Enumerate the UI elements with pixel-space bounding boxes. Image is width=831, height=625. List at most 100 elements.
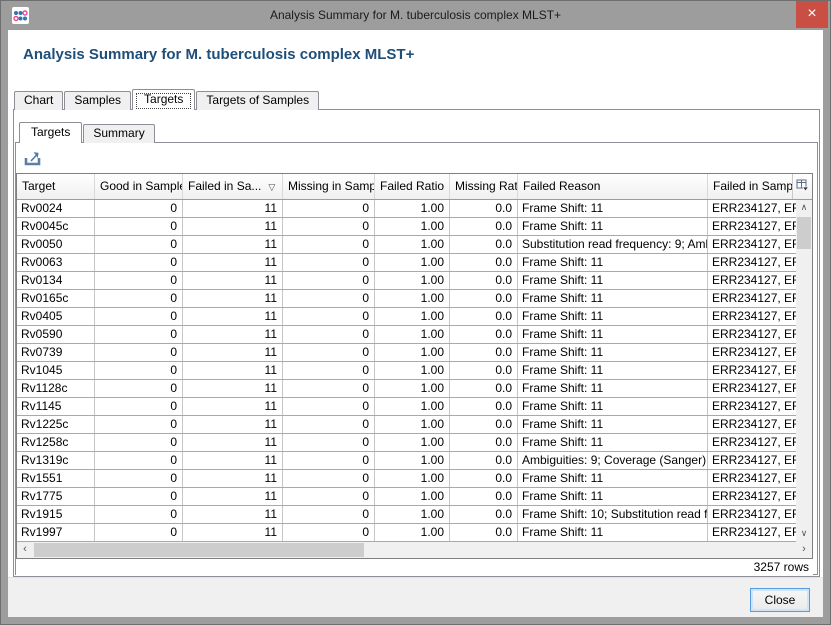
- dialog-button-strip: Close: [8, 577, 823, 617]
- table-row[interactable]: Rv104501101.000.0Frame Shift: 11ERR23412…: [17, 362, 796, 380]
- scroll-right-icon[interactable]: ›: [796, 542, 812, 558]
- column-picker-button[interactable]: [792, 174, 812, 199]
- table-cell: 0: [283, 272, 375, 289]
- table-cell: ERR234127, ER.: [708, 344, 796, 361]
- table-row[interactable]: Rv1128c01101.000.0Frame Shift: 11ERR2341…: [17, 380, 796, 398]
- table-cell: 0.0: [450, 272, 518, 289]
- table-cell: 0: [95, 416, 183, 433]
- table-row[interactable]: Rv1319c01101.000.0Ambiguities: 9; Covera…: [17, 452, 796, 470]
- table-row[interactable]: Rv059001101.000.0Frame Shift: 11ERR23412…: [17, 326, 796, 344]
- table-row[interactable]: Rv1225c01101.000.0Frame Shift: 11ERR2341…: [17, 416, 796, 434]
- close-button[interactable]: Close: [750, 588, 810, 612]
- table-cell: 11: [183, 344, 283, 361]
- tab-summary[interactable]: Summary: [83, 124, 154, 143]
- table-cell: 0: [95, 272, 183, 289]
- vertical-scrollbar[interactable]: ∧ ∨: [796, 200, 812, 542]
- column-header-label: Target: [22, 179, 55, 193]
- table-cell: Frame Shift: 11: [518, 470, 708, 487]
- table-cell: 1.00: [375, 488, 450, 505]
- table-row[interactable]: Rv155101101.000.0Frame Shift: 11ERR23412…: [17, 470, 796, 488]
- table-cell: Frame Shift: 11: [518, 416, 708, 433]
- tab-targets-of-samples[interactable]: Targets of Samples: [196, 91, 319, 110]
- table-row[interactable]: Rv073901101.000.0Frame Shift: 11ERR23412…: [17, 344, 796, 362]
- table-cell: ERR234127, ER.: [708, 326, 796, 343]
- column-header-label: Failed in Sa...: [188, 179, 261, 193]
- window-title: Analysis Summary for M. tuberculosis com…: [61, 1, 770, 30]
- horizontal-scrollbar-thumb[interactable]: [34, 543, 364, 557]
- table-cell: Frame Shift: 11: [518, 308, 708, 325]
- scroll-left-icon[interactable]: ‹: [17, 542, 33, 558]
- column-header-failed-reason[interactable]: Failed Reason: [518, 174, 708, 199]
- export-button[interactable]: [21, 149, 45, 169]
- table-cell: 11: [183, 326, 283, 343]
- table-cell: Frame Shift: 11: [518, 254, 708, 271]
- table-cell: 0: [283, 434, 375, 451]
- title-bar[interactable]: Analysis Summary for M. tuberculosis com…: [1, 1, 830, 30]
- scroll-down-icon[interactable]: ∨: [796, 526, 812, 542]
- table-cell: 1.00: [375, 506, 450, 523]
- table-cell: 1.00: [375, 308, 450, 325]
- table-cell: ERR234127, ER.: [708, 236, 796, 253]
- table-cell: ERR234127, ER.: [708, 488, 796, 505]
- table-row[interactable]: Rv013401101.000.0Frame Shift: 11ERR23412…: [17, 272, 796, 290]
- table-row[interactable]: Rv040501101.000.0Frame Shift: 11ERR23412…: [17, 308, 796, 326]
- table-row[interactable]: Rv005001101.000.0Substitution read frequ…: [17, 236, 796, 254]
- tab-targets[interactable]: Targets: [19, 122, 82, 143]
- column-header-missing-ratio[interactable]: Missing Ratio: [450, 174, 518, 199]
- table-cell: 11: [183, 272, 283, 289]
- table-cell: 1.00: [375, 470, 450, 487]
- column-header-missing-in-samples[interactable]: Missing in Samples: [283, 174, 375, 199]
- table-cell: 0: [283, 308, 375, 325]
- vertical-scrollbar-thumb[interactable]: [797, 217, 811, 249]
- column-header-failed-in-sa[interactable]: Failed in Sa...▽: [183, 174, 283, 199]
- table-cell: Rv0045c: [17, 218, 95, 235]
- table-cell: 0.0: [450, 218, 518, 235]
- table-row[interactable]: Rv0165c01101.000.0Frame Shift: 11ERR2341…: [17, 290, 796, 308]
- table-cell: Frame Shift: 11: [518, 326, 708, 343]
- table-row[interactable]: Rv0045c01101.000.0Frame Shift: 11ERR2341…: [17, 218, 796, 236]
- table-row[interactable]: Rv006301101.000.0Frame Shift: 11ERR23412…: [17, 254, 796, 272]
- table-cell: Frame Shift: 11: [518, 488, 708, 505]
- table-cell: Rv1225c: [17, 416, 95, 433]
- table-cell: 0: [283, 506, 375, 523]
- tab-chart[interactable]: Chart: [14, 91, 63, 110]
- scroll-up-icon[interactable]: ∧: [796, 200, 812, 216]
- close-icon: ×: [807, 5, 816, 22]
- column-header-label: Missing in Samples: [288, 179, 375, 193]
- window-close-button[interactable]: ×: [796, 1, 828, 28]
- table-cell: 1.00: [375, 254, 450, 271]
- table-cell: Rv0165c: [17, 290, 95, 307]
- table-cell: Frame Shift: 11: [518, 290, 708, 307]
- targets-subtab-panel: Target Good in SamplesFailed in Sa...▽ Mis…: [15, 142, 818, 575]
- table-row[interactable]: Rv199701101.000.0Frame Shift: 11ERR23412…: [17, 524, 796, 542]
- horizontal-scrollbar[interactable]: ‹ ›: [17, 542, 812, 558]
- table-row[interactable]: Rv002401101.000.0Frame Shift: 11ERR23412…: [17, 200, 796, 218]
- table-cell: Ambiguities: 9; Coverage (Sanger): ...: [518, 452, 708, 469]
- tab-targets[interactable]: Targets: [132, 89, 195, 110]
- table-cell: Rv1258c: [17, 434, 95, 451]
- export-icon: [23, 155, 43, 170]
- table-cell: 0: [95, 362, 183, 379]
- table-cell: 1.00: [375, 524, 450, 541]
- column-header-target[interactable]: Target: [17, 174, 95, 199]
- table-cell: 0: [95, 308, 183, 325]
- table-cell: 1.00: [375, 398, 450, 415]
- table-cell: 0: [95, 398, 183, 415]
- table-cell: ERR234127, ER.: [708, 524, 796, 541]
- column-header-good-in-samples[interactable]: Good in Samples: [95, 174, 183, 199]
- column-header-label: Missing Ratio: [455, 179, 518, 193]
- tab-samples[interactable]: Samples: [64, 91, 131, 110]
- table-cell: ERR234127, ER.: [708, 434, 796, 451]
- table-cell: Rv0739: [17, 344, 95, 361]
- column-header-failed-in-sample[interactable]: Failed in Sample: [708, 174, 792, 199]
- table-cell: 0: [95, 506, 183, 523]
- column-header-failed-ratio[interactable]: Failed Ratio: [375, 174, 450, 199]
- table-cell: 1.00: [375, 200, 450, 217]
- table-row[interactable]: Rv114501101.000.0Frame Shift: 11ERR23412…: [17, 398, 796, 416]
- table-cell: 0: [283, 488, 375, 505]
- table-row[interactable]: Rv177501101.000.0Frame Shift: 11ERR23412…: [17, 488, 796, 506]
- table-row[interactable]: Rv1258c01101.000.0Frame Shift: 11ERR2341…: [17, 434, 796, 452]
- table-row[interactable]: Rv191501101.000.0Frame Shift: 10; Substi…: [17, 506, 796, 524]
- table-cell: Rv1045: [17, 362, 95, 379]
- table-cell: 0.0: [450, 416, 518, 433]
